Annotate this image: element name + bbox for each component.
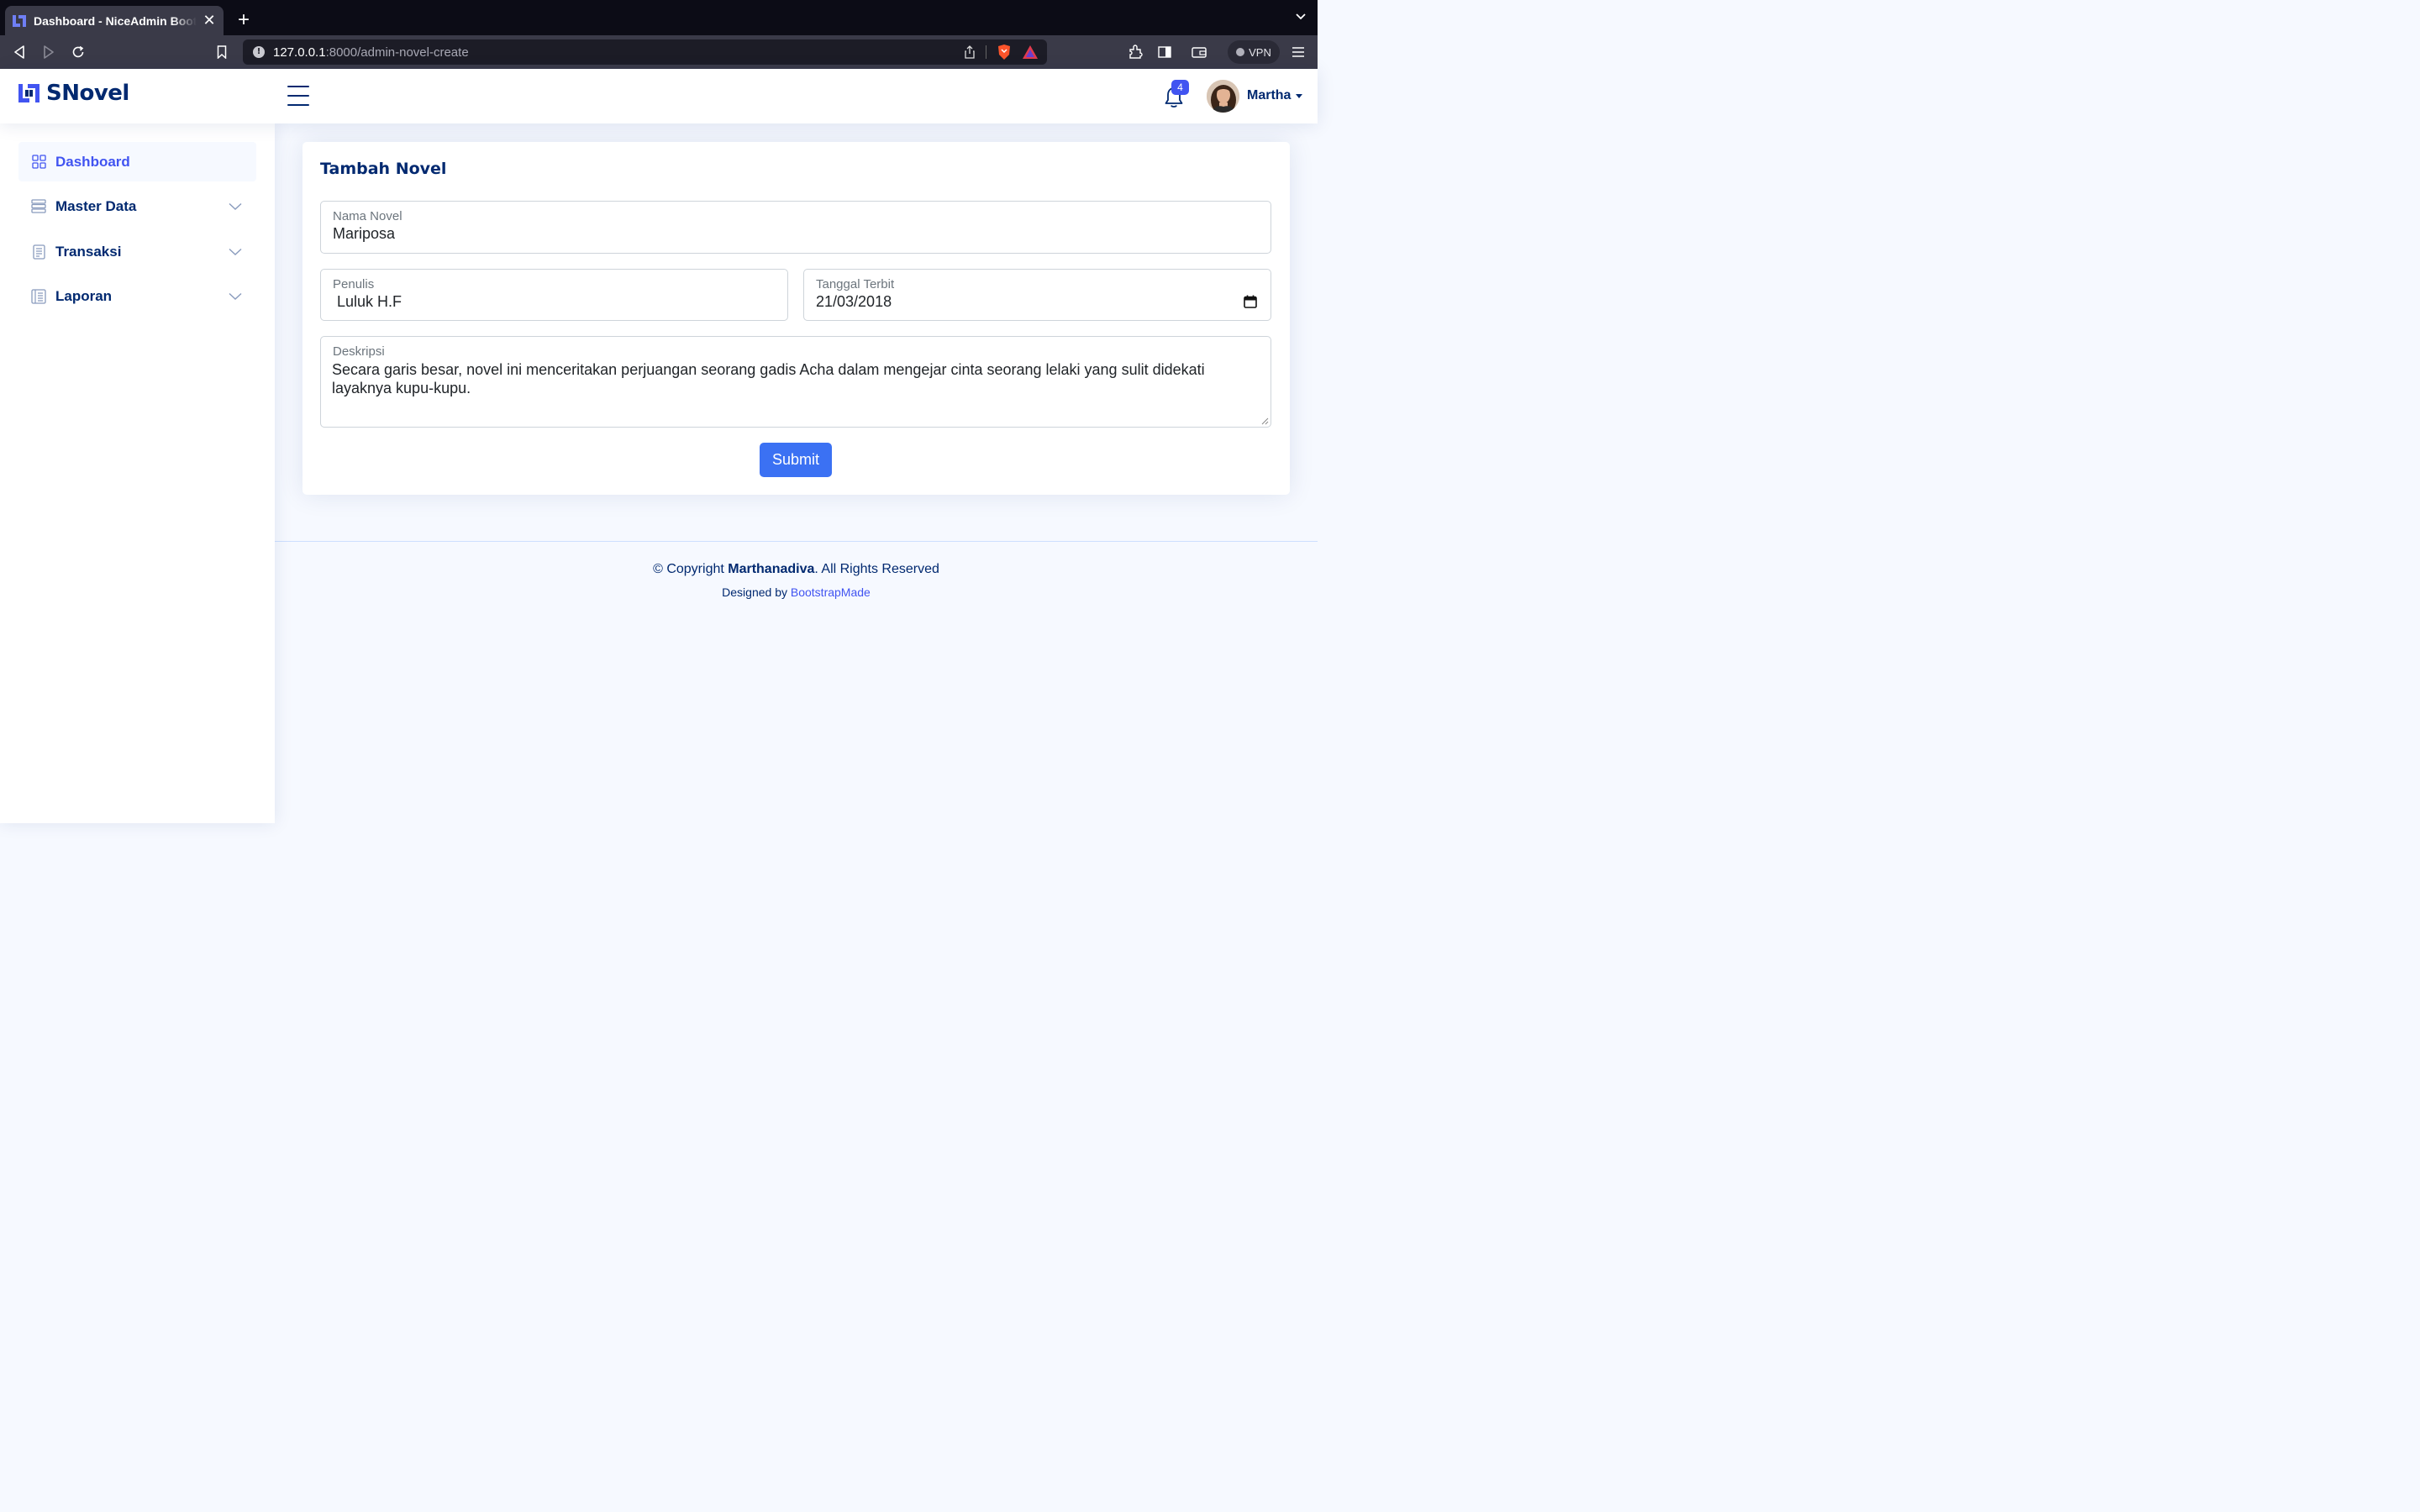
penulis-label: Penulis — [333, 277, 375, 291]
deskripsi-field[interactable]: Deskripsi Secara garis besar, novel ini … — [320, 336, 1271, 428]
toggle-sidebar-button[interactable] — [287, 86, 309, 106]
chevron-down-icon[interactable] — [1296, 13, 1306, 20]
share-icon[interactable] — [964, 45, 976, 59]
site-info-icon[interactable]: ! — [253, 46, 265, 58]
browser-tab[interactable]: Dashboard - NiceAdmin Bootstrap Template… — [5, 6, 224, 35]
brand-logo[interactable]: SNovel — [18, 81, 129, 106]
sidebar-item-label: Master Data — [55, 197, 137, 214]
sidebar: Dashboard Master Data Transaksi Laporan — [0, 123, 275, 823]
submit-button[interactable]: Submit — [760, 443, 832, 477]
copyright-prefix: © Copyright — [653, 562, 729, 576]
footer-credits: Designed by BootstrapMade — [275, 585, 1318, 599]
sidebar-item-label: Laporan — [55, 287, 113, 304]
browser-nav-bar: ! 127.0.0.1:8000/admin-novel-create VPN — [0, 35, 1318, 69]
card-title: Tambah Novel — [320, 160, 447, 178]
notification-badge: 4 — [1171, 80, 1189, 95]
calendar-icon[interactable] — [1244, 295, 1257, 308]
deskripsi-label: Deskripsi — [333, 344, 385, 359]
vpn-status-icon — [1236, 48, 1245, 56]
deskripsi-textarea[interactable]: Secara garis besar, novel ini menceritak… — [332, 360, 1265, 419]
designed-by-label: Designed by — [722, 585, 791, 599]
browser-tab-bar: Dashboard - NiceAdmin Bootstrap Template… — [0, 0, 1318, 35]
avatar[interactable] — [1207, 80, 1239, 113]
menu-line — [287, 95, 309, 97]
brave-rewards-icon[interactable] — [1022, 45, 1039, 60]
chevron-down-icon — [229, 202, 242, 210]
nama-novel-field[interactable]: Nama Novel Mariposa — [320, 201, 1271, 254]
tanggal-terbit-label: Tanggal Terbit — [816, 277, 895, 291]
vpn-label: VPN — [1249, 45, 1271, 59]
sidebar-item-label: Dashboard — [55, 153, 130, 170]
report-icon — [31, 288, 46, 304]
hamburger-menu-icon[interactable] — [1289, 43, 1307, 61]
sidebar-item-transaksi[interactable]: Transaksi — [18, 232, 256, 271]
nama-novel-input[interactable]: Mariposa — [333, 225, 395, 243]
niceadmin-favicon-icon — [13, 14, 26, 27]
sidebar-item-laporan[interactable]: Laporan — [18, 276, 256, 316]
profile-photo-icon — [1207, 80, 1239, 113]
penulis-input[interactable]: Luluk H.F — [333, 293, 402, 311]
forward-icon[interactable] — [39, 43, 58, 61]
vpn-button[interactable]: VPN — [1228, 40, 1280, 64]
copyright-suffix: . All Rights Reserved — [814, 562, 939, 576]
footer-divider — [275, 541, 1318, 542]
designer-link[interactable]: BootstrapMade — [791, 585, 871, 599]
menu-line — [287, 86, 309, 87]
chevron-down-icon — [229, 292, 242, 300]
extensions-icon[interactable] — [1126, 43, 1144, 61]
address-bar[interactable]: ! 127.0.0.1:8000/admin-novel-create — [243, 39, 1047, 65]
url-host: 127.0.0.1 — [273, 45, 326, 60]
sidebar-item-dashboard[interactable]: Dashboard — [18, 142, 256, 181]
app-header: SNovel Martha — [0, 69, 1318, 123]
database-icon — [31, 199, 46, 214]
tab-title: Dashboard - NiceAdmin Bootstrap Template — [34, 13, 197, 28]
brand-name: SNovel — [46, 81, 129, 106]
close-tab-icon[interactable]: ✕ — [202, 12, 217, 29]
caret-down-icon[interactable] — [1296, 94, 1302, 98]
grid-icon — [31, 155, 46, 170]
penulis-field[interactable]: Penulis Luluk H.F — [320, 269, 788, 321]
receipt-icon — [31, 244, 46, 260]
brave-shield-icon[interactable] — [997, 44, 1012, 60]
footer-copyright: © Copyright Marthanadiva. All Rights Res… — [275, 562, 1318, 577]
chevron-down-icon — [229, 248, 242, 255]
tanggal-terbit-input[interactable]: 21/03/2018 — [816, 293, 892, 311]
wallet-icon[interactable] — [1190, 43, 1208, 61]
new-tab-icon[interactable]: + — [234, 8, 254, 32]
nama-novel-label: Nama Novel — [333, 209, 402, 223]
bookmark-icon[interactable] — [213, 43, 231, 61]
sidebar-item-label: Transaksi — [55, 243, 122, 260]
snovel-logo-icon — [18, 84, 39, 102]
sidebar-panel-icon[interactable] — [1155, 43, 1174, 61]
reload-icon[interactable] — [69, 43, 87, 61]
resize-grip-icon[interactable] — [1261, 417, 1269, 425]
user-name[interactable]: Martha — [1247, 88, 1291, 103]
sidebar-item-master-data[interactable]: Master Data — [18, 186, 256, 226]
tanggal-terbit-field[interactable]: Tanggal Terbit 21/03/2018 — [803, 269, 1271, 321]
back-icon[interactable] — [10, 43, 29, 61]
copyright-owner: Marthanadiva — [728, 562, 815, 576]
menu-line — [287, 104, 309, 106]
url-path: :8000/admin-novel-create — [325, 45, 469, 60]
